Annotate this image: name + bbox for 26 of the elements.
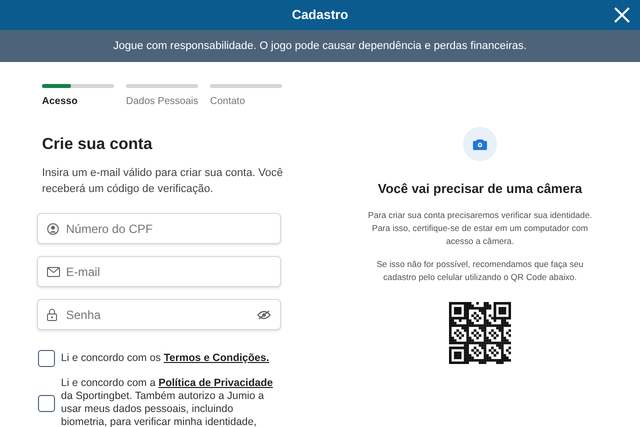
form-description: Insira um e-mail válido para criar sua conta. Você receberá um código de verificação. (41, 166, 284, 197)
step-tab[interactable]: Contato (210, 94, 282, 109)
checkbox[interactable] (38, 394, 55, 412)
camera-title: Você vai precisar de uma câmera (378, 180, 582, 198)
agreement-link[interactable]: Política de Privacidade (158, 377, 273, 389)
camera-instructions: Se isso não for possível, recomendamos que faça seu cadastro pelo celular utilizando o QR Code abaixo. (376, 258, 584, 284)
form-title: Crie sua conta (41, 135, 154, 155)
input-field[interactable]: E-mail (37, 256, 281, 287)
agreement-text: Li e concordo com os Termos e Condições. (61, 352, 270, 365)
input-field[interactable]: Número do CPF (37, 213, 281, 244)
checkbox[interactable] (38, 350, 55, 367)
camera-instructions: Para criar sua conta precisaremos verificar sua identidade. Para isso, certifique-se de estar em um computador com acesso a câmera. (366, 208, 594, 248)
qr-code (449, 302, 511, 364)
close-button[interactable] (614, 7, 630, 23)
agreement-text: Li e concordo com a Política de Privacidade da Sportingbet. Também autorizo a Jumio a usar meus dados pessoais, incluindo biometria, para verificar minha identidade, (61, 377, 274, 427)
agreement-link[interactable]: Termos e Condições. (164, 352, 270, 364)
window-title: Cadastro (292, 6, 348, 24)
input-field[interactable]: Senha (37, 299, 281, 330)
envelope-icon (47, 266, 60, 276)
user-icon (47, 222, 59, 234)
camera-icon (473, 138, 487, 150)
step-tab[interactable]: Acesso (42, 94, 114, 109)
eye-slash-icon[interactable] (257, 310, 271, 320)
warning-banner-text: Jogue com responsabilidade. O jogo pode causar dependência e perdas financeiras. (113, 38, 527, 54)
lock-icon (47, 308, 57, 321)
step-tab[interactable]: Dados Pessoais (126, 94, 198, 109)
